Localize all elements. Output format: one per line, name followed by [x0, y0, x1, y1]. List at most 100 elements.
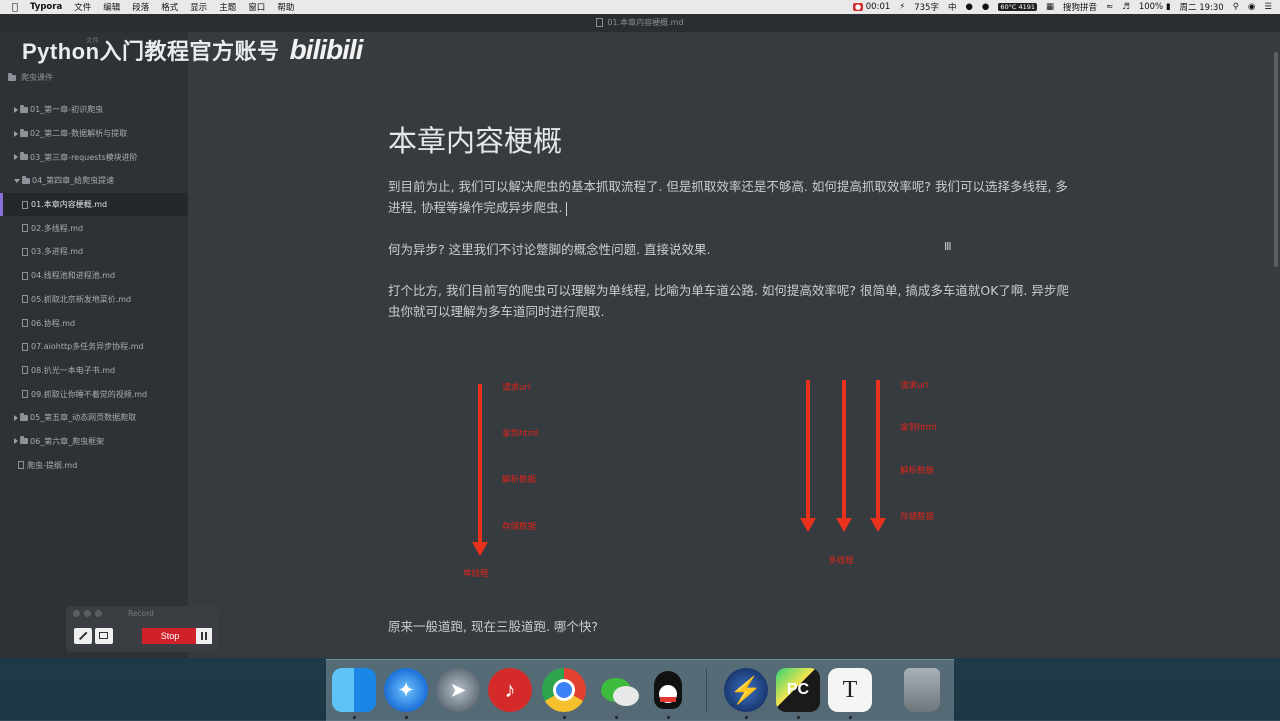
clock[interactable]: 周二 19:30 — [1180, 1, 1224, 13]
chevron-right-icon[interactable] — [14, 414, 18, 421]
chrome-running-dot — [563, 716, 566, 719]
rocket-icon: ➤ — [450, 679, 466, 700]
sidebar-folder-item[interactable]: 02_第二章-数据解析与提取 — [0, 122, 188, 146]
menu-theme[interactable]: 主题 — [219, 1, 236, 13]
window-title-bar[interactable]: 01.本章内容梗概.md — [0, 14, 1280, 32]
bolt-icon[interactable]: ⚡ — [724, 668, 768, 712]
wechat-running-dot — [615, 716, 618, 719]
pycharm-icon[interactable]: PC — [776, 668, 820, 712]
paragraph-question[interactable]: 原来一般道跑, 现在三股道跑. 哪个快? — [388, 616, 1078, 637]
finder-icon[interactable] — [332, 668, 376, 712]
chevron-right-icon[interactable] — [14, 154, 18, 161]
paragraph-analogy[interactable]: 打个比方, 我们目前写的爬虫可以理解为单线程, 比喻为单车道公路. 如何提高效率… — [388, 280, 1078, 322]
apple-menu-icon[interactable]:  — [12, 2, 18, 13]
wifi-icon[interactable]: ≈ — [1106, 2, 1113, 12]
folder-icon — [20, 152, 28, 161]
netease-music-icon[interactable]: ♪ — [488, 668, 532, 712]
input-lang[interactable]: 中 — [948, 1, 957, 13]
typora-window: 01.本章内容梗概.md 文件 爬虫课件 01_第一章-初识爬虫 02_第二章-数… — [0, 14, 1280, 658]
ime-dot-icon[interactable]: ● — [965, 2, 972, 12]
sidebar-item-label: 03.多进程.md — [31, 247, 84, 257]
typora-icon[interactable]: T — [828, 668, 872, 712]
editor-pane[interactable]: 请求url 拿到html 解析数据 存储数据 单线程 请求url 拿到html 解析数据 存储数… — [188, 32, 1272, 658]
sidebar-folder-item[interactable]: 06_第六章_爬虫框架 — [0, 430, 188, 454]
single-step-label: 拿到html — [502, 428, 538, 439]
user-avatar-icon[interactable]: ◉ — [1248, 2, 1255, 12]
sidebar-item-label: 01_第一章-初识爬虫 — [30, 105, 104, 115]
rectangle-tool-icon[interactable] — [95, 628, 113, 644]
temp-fan-monitor[interactable]: 60°C 4191 — [998, 3, 1038, 11]
paragraph-async[interactable]: 何为异步? 这里我们不讨论蹩脚的概念性问题. 直接说效果. — [388, 239, 1078, 260]
menu-paragraph[interactable]: 段落 — [132, 1, 149, 13]
music-note-icon: ♪ — [504, 677, 516, 702]
document-title[interactable]: 本章内容梗概 — [388, 118, 562, 160]
spotlight-search-icon[interactable]: ⚲ — [1233, 2, 1239, 12]
launchpad-icon[interactable]: ➤ — [436, 668, 480, 712]
battery-status[interactable]: 100% ▮ — [1139, 2, 1171, 12]
sidebar-file-item[interactable]: 01.本章内容梗概.md — [0, 192, 188, 217]
sidebar-file-item[interactable]: 05.抓取北京新发地菜价.md — [0, 288, 188, 312]
safari-icon[interactable]: ✦ — [384, 668, 428, 712]
ime-name[interactable]: 搜狗拼音 — [1063, 1, 1097, 13]
sidebar-file-item[interactable]: 爬虫-提纲.md — [0, 453, 188, 477]
chrome-icon[interactable] — [542, 668, 586, 712]
sidebar-item-label: 02.多线程.md — [31, 223, 84, 233]
sidebar-item-label: 06_第六章_爬虫框架 — [30, 436, 105, 446]
pause-button[interactable] — [196, 628, 212, 644]
circle-status-icon[interactable]: ● — [982, 2, 989, 12]
chevron-right-icon[interactable] — [14, 106, 18, 113]
sidebar-file-item[interactable]: 09.抓取让你睡不着觉的视频.md — [0, 382, 188, 406]
chevron-down-icon[interactable] — [14, 178, 20, 183]
single-thread-arrow — [472, 384, 488, 556]
sidebar-folder-item[interactable]: 05_第五章_动态网页数据爬取 — [0, 406, 188, 430]
menu-format[interactable]: 格式 — [161, 1, 178, 13]
sidebar-root-folder[interactable]: 爬虫课件 — [8, 72, 53, 83]
editor-scrollbar[interactable] — [1272, 32, 1280, 658]
sidebar-file-item[interactable]: 06.协程.md — [0, 311, 188, 335]
bolt-status-icon[interactable]: ⚡ — [899, 2, 905, 12]
chrome-center-icon — [542, 668, 586, 712]
menu-edit[interactable]: 编辑 — [103, 1, 120, 13]
chat-bubbles-icon — [594, 668, 639, 712]
finder-running-dot — [353, 716, 356, 719]
file-icon — [22, 390, 28, 399]
menu-window[interactable]: 窗口 — [248, 1, 265, 13]
menu-help[interactable]: 帮助 — [277, 1, 294, 13]
file-icon — [22, 342, 28, 351]
close-dot-icon[interactable] — [73, 610, 80, 617]
sidebar-file-item[interactable]: 08.扒光一本电子书.md — [0, 359, 188, 383]
ibeam-cursor-icon: Ⅲ — [944, 240, 952, 253]
sidebar-item-label: 爬虫-提纲.md — [27, 460, 78, 470]
sidebar-file-item[interactable]: 07.aiohttp多任务异步协程.md — [0, 335, 188, 359]
volume-icon[interactable]: ♬ — [1122, 2, 1130, 12]
multi-step-label: 存储数据 — [900, 511, 935, 522]
menu-app-name[interactable]: Typora — [30, 2, 62, 12]
zoom-dot-icon[interactable] — [95, 610, 102, 617]
scrollbar-thumb[interactable] — [1274, 52, 1278, 267]
sidebar-folder-item[interactable]: 04_第四章_给爬虫提速 — [0, 169, 188, 193]
sidebar-file-item[interactable]: 02.多线程.md — [0, 216, 188, 240]
stop-button[interactable]: Stop — [142, 628, 198, 644]
sidebar-file-item[interactable]: 04.线程池和进程池.md — [0, 264, 188, 288]
menu-file[interactable]: 文件 — [74, 1, 91, 13]
chevron-right-icon[interactable] — [14, 130, 18, 137]
sidebar-folder-item[interactable]: 03_第三章-requests模块进阶 — [0, 145, 188, 169]
folder-icon — [22, 175, 30, 184]
screen-record-status[interactable]: ● 00:01 — [852, 2, 891, 12]
chevron-right-icon[interactable] — [14, 438, 18, 445]
notification-list-icon[interactable]: ☰ — [1264, 2, 1272, 12]
document-icon — [596, 18, 604, 27]
wechat-icon[interactable] — [594, 668, 639, 712]
minimize-dot-icon[interactable] — [84, 610, 91, 617]
trash-icon[interactable] — [904, 668, 940, 712]
tile-grid-icon[interactable]: ▦ — [1046, 2, 1054, 12]
pen-tool-icon[interactable] — [74, 628, 92, 644]
sidebar-folder-item[interactable]: 01_第一章-初识爬虫 — [0, 98, 188, 122]
menu-view[interactable]: 显示 — [190, 1, 207, 13]
bilibili-logo: bilibili — [289, 34, 364, 65]
paragraph-intro[interactable]: 到目前为止, 我们可以解决爬虫的基本抓取流程了. 但是抓取效率还是不够高. 如何… — [388, 176, 1078, 218]
qq-icon[interactable] — [646, 668, 690, 712]
sidebar-file-item[interactable]: 03.多进程.md — [0, 240, 188, 264]
sidebar-item-label: 02_第二章-数据解析与提取 — [30, 129, 128, 139]
recording-time: 00:01 — [865, 2, 891, 12]
